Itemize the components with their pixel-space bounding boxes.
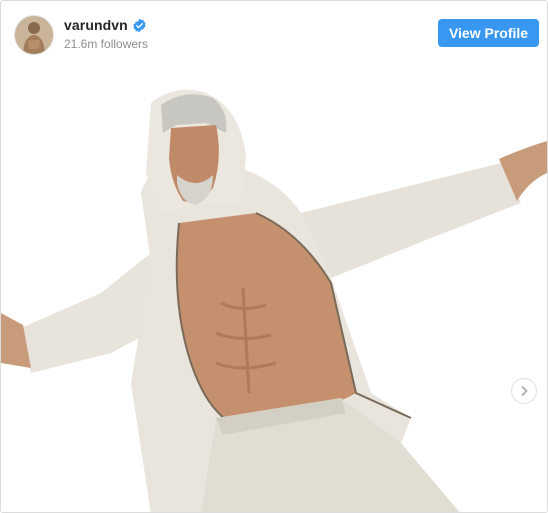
post-header: varundvn 21.6m followers View Profile	[1, 1, 547, 63]
post-image[interactable]	[1, 63, 547, 512]
instagram-embed: varundvn 21.6m followers View Profile	[0, 0, 548, 513]
follower-count: 21.6m followers	[64, 37, 149, 51]
verified-badge-icon	[132, 18, 147, 33]
view-profile-button[interactable]: View Profile	[438, 19, 539, 47]
user-info: varundvn 21.6m followers	[64, 16, 148, 51]
chevron-right-icon	[521, 386, 528, 396]
next-slide-button[interactable]	[511, 378, 537, 404]
username[interactable]: varundvn	[64, 17, 128, 33]
avatar[interactable]	[14, 15, 54, 55]
